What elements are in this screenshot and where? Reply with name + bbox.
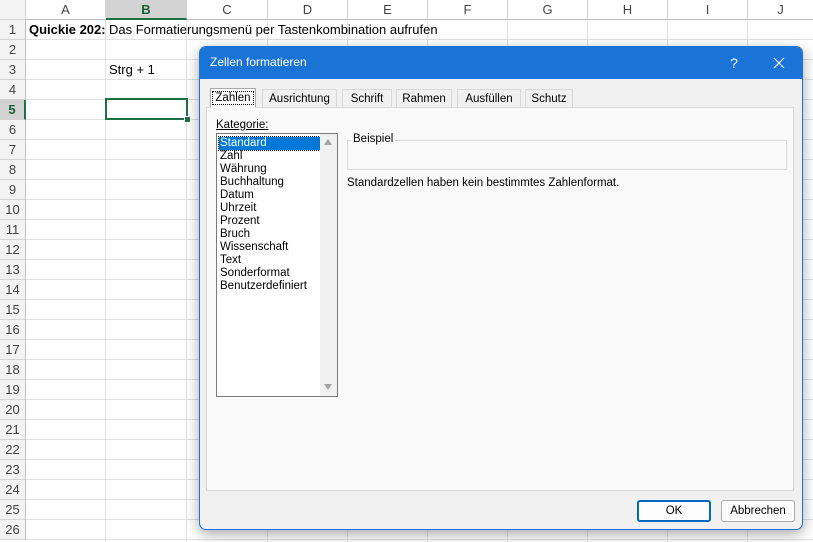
row-header-8[interactable]: 8 [0,160,26,180]
row-header-24[interactable]: 24 [0,480,26,500]
row-header-10[interactable]: 10 [0,200,26,220]
tab-schutz[interactable]: Schutz [525,89,573,107]
kategorie-label: Kategorie: [216,119,269,131]
dialog-titlebar[interactable]: Zellen formatieren ? [200,47,802,79]
row-header-7[interactable]: 7 [0,140,26,160]
column-header-i[interactable]: I [668,0,748,20]
help-button[interactable]: ? [710,47,758,79]
row-header-1[interactable]: 1 [0,20,26,40]
kategorie-item[interactable]: Uhrzeit [219,202,320,215]
zahlen-panel: Kategorie: Standard Zahl Währung Buchhaltun… [206,107,794,491]
row-header-16[interactable]: 16 [0,320,26,340]
row-header-6[interactable]: 6 [0,120,26,140]
column-header-b[interactable]: B [106,0,187,20]
kategorie-item[interactable]: Benutzerdefiniert [219,280,320,293]
kategorie-listbox[interactable]: Standard Zahl Währung Buchhaltung Datum Uhrze… [216,133,338,397]
grid-hline [26,539,813,540]
column-header-j[interactable]: J [748,0,813,20]
scroll-up-icon[interactable] [324,139,332,145]
cell-a1[interactable]: Quickie 202: [29,20,106,40]
row-header-20[interactable]: 20 [0,400,26,420]
row-header-25[interactable]: 25 [0,500,26,520]
row-header-2[interactable]: 2 [0,40,26,60]
kategorie-item[interactable]: Prozent [219,215,320,228]
row-header-21[interactable]: 21 [0,420,26,440]
kategorie-item[interactable]: Datum [219,189,320,202]
format-cells-dialog: Zellen formatieren ? Zahlen Ausrichtung … [199,46,803,530]
format-description: Standardzellen haben kein bestimmtes Zah… [347,177,620,189]
column-header-d[interactable]: D [268,0,348,20]
active-cell-b5[interactable] [105,98,188,120]
row-header-9[interactable]: 9 [0,180,26,200]
column-header-h[interactable]: H [588,0,668,20]
row-header-3[interactable]: 3 [0,60,26,80]
kategorie-item[interactable]: Sonderformat [219,267,320,280]
row-header-4[interactable]: 4 [0,80,26,100]
row-header-14[interactable]: 14 [0,280,26,300]
row-header-11[interactable]: 11 [0,220,26,240]
cancel-button[interactable]: Abbrechen [721,500,795,522]
cell-b1[interactable]: Das Formatierungsmenü per Tastenkombinat… [109,20,438,40]
kategorie-item[interactable]: Währung [219,163,320,176]
kategorie-item[interactable]: Zahl [219,150,320,163]
tab-ausfuellen[interactable]: Ausfüllen [457,89,521,107]
row-header-19[interactable]: 19 [0,380,26,400]
tab-ausrichtung[interactable]: Ausrichtung [262,89,337,107]
row-header-13[interactable]: 13 [0,260,26,280]
select-all-corner[interactable] [0,0,26,20]
tab-schrift[interactable]: Schrift [342,89,392,107]
dialog-title: Zellen formatieren [210,55,307,69]
row-header-12[interactable]: 12 [0,240,26,260]
column-header-a[interactable]: A [26,0,106,20]
column-header-e[interactable]: E [348,0,428,20]
row-header-15[interactable]: 15 [0,300,26,320]
beispiel-preview [347,140,787,170]
kategorie-item[interactable]: Wissenschaft [219,241,320,254]
column-header-f[interactable]: F [428,0,508,20]
tab-zahlen[interactable]: Zahlen [210,88,256,108]
row-header-26[interactable]: 26 [0,520,26,540]
fill-handle[interactable] [184,116,191,123]
scroll-down-icon[interactable] [324,384,332,390]
tab-rahmen[interactable]: Rahmen [396,89,452,107]
kategorie-item[interactable]: Text [219,254,320,267]
row-header-22[interactable]: 22 [0,440,26,460]
cell-b3[interactable]: Strg + 1 [109,60,155,80]
close-icon [773,57,785,69]
beispiel-label: Beispiel [351,133,396,145]
column-header-c[interactable]: C [187,0,268,20]
close-button[interactable] [756,47,802,79]
row-header-17[interactable]: 17 [0,340,26,360]
listbox-scrollbar[interactable] [320,134,337,396]
kategorie-item[interactable]: Buchhaltung [219,176,320,189]
kategorie-item[interactable]: Bruch [219,228,320,241]
kategorie-item[interactable]: Standard [218,136,321,151]
row-header-23[interactable]: 23 [0,460,26,480]
ok-button[interactable]: OK [637,500,711,522]
row-header-18[interactable]: 18 [0,360,26,380]
row-header-5[interactable]: 5 [0,100,26,120]
column-header-g[interactable]: G [508,0,588,20]
tab-strip: Zahlen Ausrichtung Schrift Rahmen Ausfül… [208,88,798,109]
